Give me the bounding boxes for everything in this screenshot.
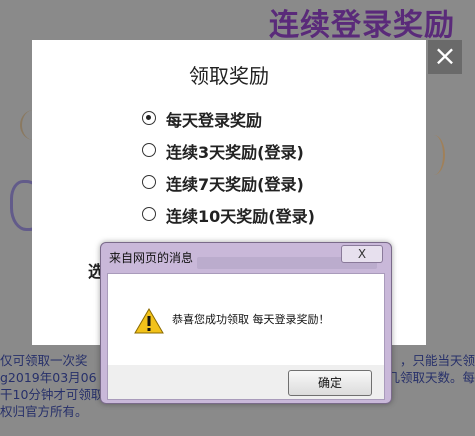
radio-icon[interactable] (142, 207, 156, 221)
alert-footer: 确定 (107, 365, 385, 400)
alert-body: 恭喜您成功领取 每天登录奖励！ (107, 273, 385, 367)
option-label: 每天登录奖励 (166, 111, 263, 130)
background-title: 连续登录奖励 (269, 8, 455, 43)
alert-title: 来自网页的消息 (109, 251, 194, 265)
modal-close-button[interactable]: × (428, 40, 462, 74)
warning-icon (134, 308, 164, 334)
option-label: 连续7天奖励(登录) (166, 175, 304, 194)
alert-close-button[interactable]: X (341, 245, 383, 263)
rules-line: 权归官方所有。 (0, 404, 88, 419)
option-label: 连续10天奖励(登录) (166, 207, 315, 226)
alert-message: 恭喜您成功领取 每天登录奖励！ (172, 313, 330, 326)
option-label: 连续3天奖励(登录) (166, 143, 304, 162)
modal-title: 领取奖励 (189, 64, 269, 88)
alert-dialog: 来自网页的消息 X 恭喜您成功领取 每天登录奖励！ 确定 (100, 242, 392, 404)
radio-icon[interactable] (142, 175, 156, 189)
radio-icon[interactable] (142, 143, 156, 157)
background-decoration (423, 135, 445, 175)
radio-icon[interactable] (142, 111, 156, 125)
ok-button[interactable]: 确定 (288, 370, 372, 396)
